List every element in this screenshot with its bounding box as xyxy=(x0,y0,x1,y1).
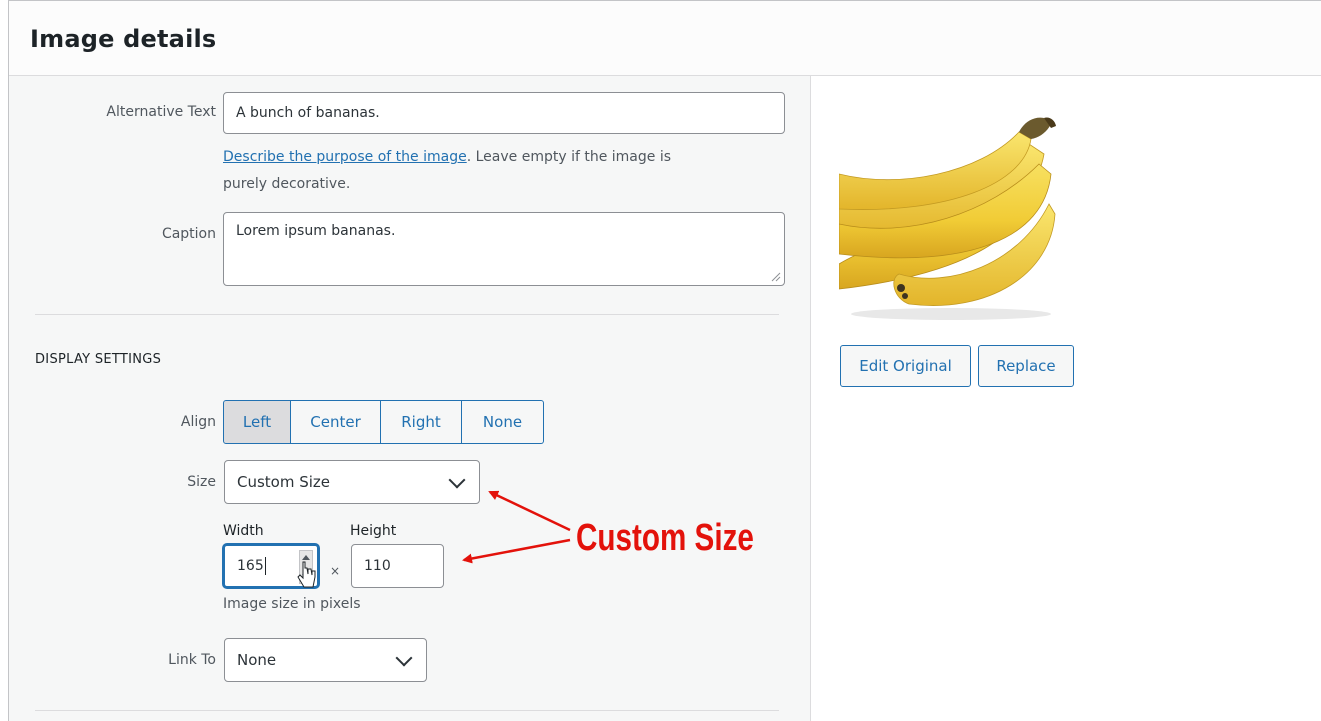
custom-size-annotation: Custom Size xyxy=(576,517,754,559)
arrow-to-size-select xyxy=(488,490,571,532)
arrow-to-width-height xyxy=(462,538,571,564)
annotation-arrows xyxy=(462,490,571,564)
